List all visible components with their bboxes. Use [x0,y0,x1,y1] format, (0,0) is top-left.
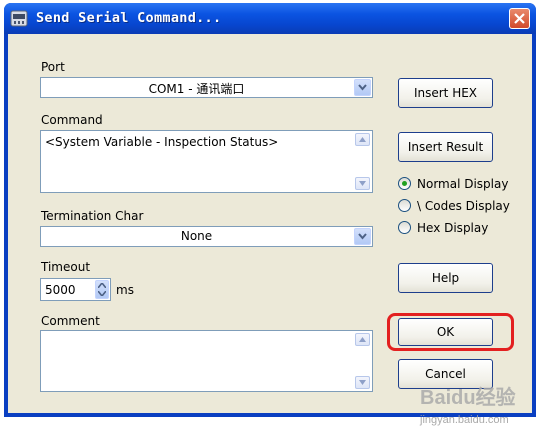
radio-codes-display-label[interactable]: \ Codes Display [417,199,510,213]
chevron-down-icon [358,84,367,91]
port-dropdown-button[interactable] [354,79,371,96]
radio-selected-dot [402,181,407,186]
scroll-up-button[interactable] [355,133,370,146]
port-label: Port [41,60,65,74]
scroll-down-button[interactable] [355,376,370,389]
port-dropdown[interactable]: COM1 - 通讯端口 [40,77,373,98]
command-value: <System Variable - Inspection Status> [45,135,279,149]
radio-normal-display-label[interactable]: Normal Display [417,177,508,191]
timeout-stepper-buttons[interactable] [95,280,109,299]
comment-label: Comment [41,314,100,328]
termination-dropdown[interactable]: None [40,226,373,247]
title-bar[interactable]: Send Serial Command... [4,3,536,34]
timeout-spinner[interactable]: 5000 [40,278,111,301]
arrow-up-icon [359,137,366,142]
close-button[interactable] [509,8,530,29]
arrow-down-icon [359,380,366,385]
chevron-down-icon [358,233,367,240]
command-textarea[interactable]: <System Variable - Inspection Status> [40,130,373,193]
scroll-up-button[interactable] [355,333,370,346]
insert-hex-button[interactable]: Insert HEX [398,78,493,108]
ok-label: OK [436,325,455,339]
radio-hex-display[interactable] [398,221,411,234]
scroll-down-button[interactable] [355,177,370,190]
timeout-value: 5000 [45,283,76,297]
port-value: COM1 - 通讯端口 [148,82,245,96]
insert-hex-label: Insert HEX [413,86,478,100]
watermark-url: jingyan.baidu.com [420,414,509,426]
command-label: Command [41,113,103,127]
baidu-jingyan-watermark: Baidu经验 jingyan.baidu.com [420,381,516,429]
ok-button[interactable]: OK [398,318,493,346]
help-label: Help [431,271,460,285]
arrow-up-icon [359,337,366,342]
termination-label: Termination Char [41,209,144,223]
radio-codes-display[interactable] [398,199,411,212]
stepper-down-icon [98,291,106,296]
help-button[interactable]: Help [398,263,493,293]
serial-port-icon [10,10,28,27]
window-title: Send Serial Command... [36,10,222,26]
dialog-body: Port COM1 - 通讯端口 Command <System Variabl… [8,34,532,413]
stepper-up-icon [98,283,106,288]
arrow-down-icon [359,181,366,186]
close-icon [514,13,525,24]
timeout-unit: ms [116,283,134,297]
insert-result-button[interactable]: Insert Result [398,132,493,162]
insert-result-label: Insert Result [407,140,484,154]
radio-hex-display-label[interactable]: Hex Display [417,221,488,235]
termination-dropdown-button[interactable] [354,228,371,245]
radio-normal-display[interactable] [398,177,411,190]
dialog-window: Send Serial Command... Port COM1 - 通讯端口 … [4,3,536,417]
termination-value: None [180,229,213,243]
timeout-label: Timeout [41,260,91,274]
comment-textarea[interactable] [40,330,373,392]
